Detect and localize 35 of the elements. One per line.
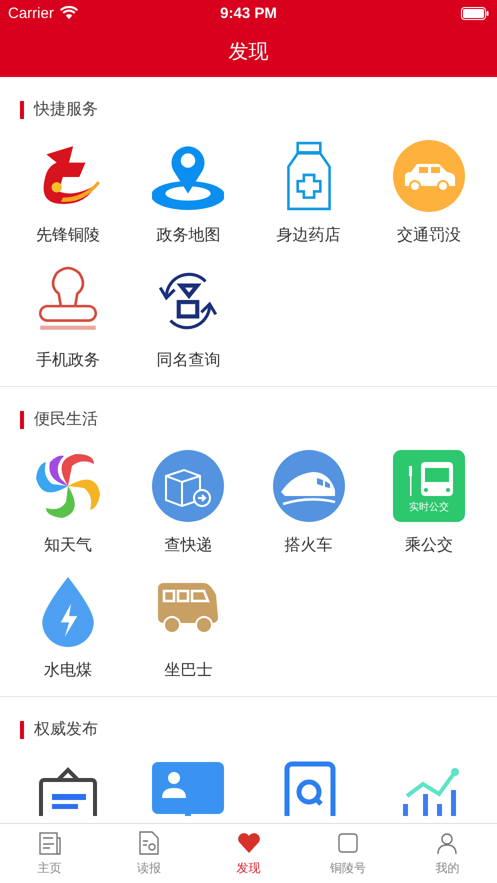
page-title: 发现 [228,38,268,65]
tab[interactable]: 铜陵号 [298,824,398,883]
section-title: 权威发布 [34,719,98,740]
section-title: 便民生活 [34,409,98,430]
service-label[interactable]: 坐巴士 [164,660,212,681]
tab[interactable]: 主页 [0,824,100,883]
wifi-icon [60,6,78,20]
section-title: 快捷服务 [34,99,98,120]
presenter-board-icon[interactable] [152,760,224,816]
tab[interactable]: 我的 [398,824,497,883]
car-icon[interactable] [392,140,465,212]
tab[interactable]: 发现 [198,824,298,883]
tab[interactable]: 读报 [99,824,199,883]
service-label[interactable]: 手机政务 [36,350,100,371]
icon-caption: 实时公交 [408,500,450,514]
service-label[interactable]: 身边药店 [276,225,341,246]
service-label[interactable]: 同名查询 [156,350,220,371]
bus-stop-icon[interactable] [392,450,465,522]
service-label[interactable]: 先锋铜陵 [36,225,100,246]
service-label[interactable]: 乘公交 [404,535,453,556]
service-label[interactable]: 查快递 [164,535,212,556]
section-marker [20,410,24,428]
parcel-icon[interactable] [152,450,224,522]
train-icon[interactable] [272,450,345,522]
newspaper-icon [36,830,63,856]
service-label[interactable]: 水电煤 [44,660,92,681]
section-marker [20,100,24,118]
service-label[interactable]: 知天气 [44,535,92,556]
service-label[interactable]: 政务地图 [156,225,220,246]
clock: 9:43 PM [220,4,277,22]
battery-icon [461,6,490,20]
service-label[interactable]: 交通罚没 [396,225,461,246]
carrier-name: Carrier [8,4,54,22]
service-label[interactable]: 搭火车 [284,535,333,556]
section-marker [20,720,24,738]
